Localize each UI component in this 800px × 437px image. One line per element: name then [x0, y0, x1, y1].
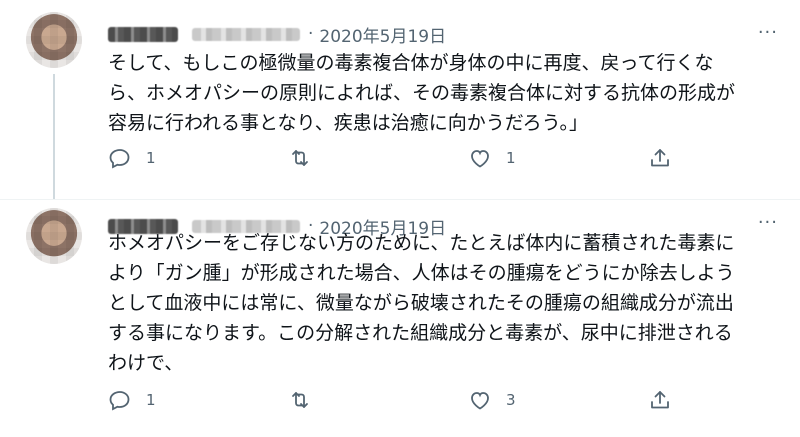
- share-button[interactable]: [648, 388, 672, 412]
- reply-button[interactable]: 1: [108, 146, 156, 170]
- retweet-button[interactable]: [288, 146, 326, 170]
- share-icon: [651, 149, 669, 167]
- reply-icon: [109, 391, 130, 411]
- heart-icon: [471, 150, 489, 168]
- retweet-icon: [292, 150, 308, 166]
- tweet-actions: 1 1: [108, 146, 688, 176]
- tweet-text: そして、もしこの極微量の毒素複合体が身体の中に再度、戻って行くな ら、ホメオパシ…: [108, 52, 736, 134]
- tweet-text: ホメオパシーをご存じない方のために、たとえば体内に蓄積された毒素に より「ガン腫…: [108, 232, 735, 374]
- reply-count: 1: [146, 149, 156, 167]
- share-icon: [651, 391, 669, 409]
- avatar[interactable]: [26, 12, 82, 68]
- reply-icon: [109, 149, 130, 169]
- like-button[interactable]: 1: [468, 146, 516, 170]
- reply-count: 1: [146, 391, 156, 409]
- more-options-icon[interactable]: ···: [758, 22, 778, 43]
- like-count: 3: [506, 391, 516, 409]
- tweet-2[interactable]: · 2020年5月19日 ··· ホメオパシーをご存じない方のために、たとえば体…: [0, 200, 800, 437]
- like-button[interactable]: 3: [468, 388, 516, 412]
- author-name-redacted[interactable]: [108, 26, 178, 42]
- tweet-actions: 1 3: [108, 388, 688, 418]
- thread-line: [53, 74, 55, 200]
- heart-icon: [471, 392, 489, 410]
- tweet-1[interactable]: · 2020年5月19日 ··· そして、もしこの極微量の毒素複合体が身体の中に…: [0, 0, 800, 200]
- retweet-button[interactable]: [288, 388, 326, 412]
- retweet-icon: [292, 392, 308, 408]
- tweet-date[interactable]: 2020年5月19日: [319, 22, 446, 47]
- reply-button[interactable]: 1: [108, 388, 156, 412]
- share-button[interactable]: [648, 146, 672, 170]
- separator-dot: ·: [308, 24, 314, 44]
- author-handle-redacted[interactable]: [192, 27, 300, 41]
- like-count: 1: [506, 149, 516, 167]
- tweet-header: · 2020年5月19日: [108, 22, 446, 47]
- avatar[interactable]: [26, 208, 82, 264]
